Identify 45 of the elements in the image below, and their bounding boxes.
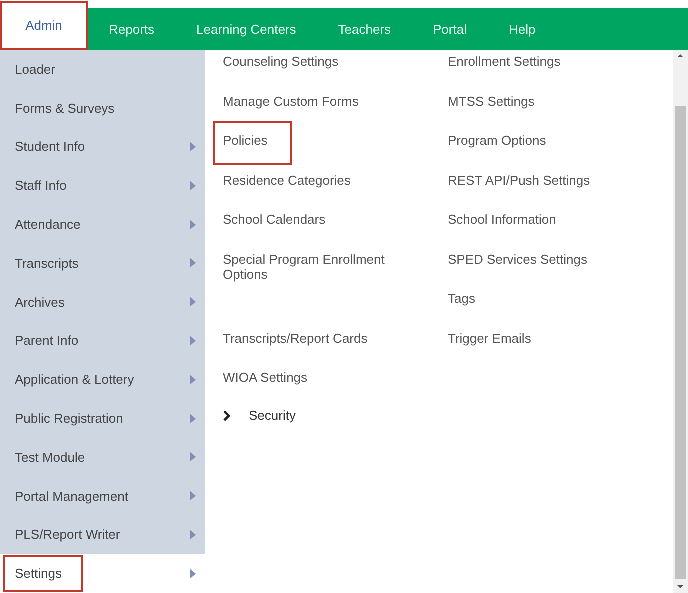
settings-link[interactable]: Program Options	[448, 129, 546, 168]
submenu-arrow-icon	[190, 452, 196, 462]
menu-item[interactable]: Forms & Surveys	[0, 88, 205, 128]
settings-link[interactable]: Residence Categories	[223, 168, 351, 208]
submenu-arrow-icon	[190, 414, 196, 424]
settings-link[interactable]: WIOA Settings	[223, 366, 308, 406]
settings-group-link[interactable]: Security	[249, 408, 296, 423]
menu-item[interactable]: Student Info	[0, 128, 205, 166]
submenu-arrow-icon	[190, 180, 196, 191]
submenu-arrow-icon	[190, 491, 196, 502]
menu-item[interactable]: Staff Info	[0, 166, 205, 206]
submenu-arrow-icon	[190, 336, 196, 346]
settings-link[interactable]: REST API/Push Settings	[448, 168, 590, 208]
settings-link[interactable]: School Calendars	[223, 208, 326, 248]
settings-link[interactable]: Tags	[448, 287, 476, 326]
settings-link[interactable]: Transcripts/Report Cards	[223, 326, 368, 366]
menu-item[interactable]: Portal Management	[0, 476, 205, 516]
submenu-arrow-icon	[190, 374, 196, 385]
submenu-arrow-icon	[190, 568, 196, 579]
submenu-arrow-icon	[190, 297, 196, 308]
settings-link[interactable]: MTSS Settings	[448, 90, 535, 129]
menu-item[interactable]: Settings	[0, 554, 205, 593]
submenu-arrow-icon	[190, 258, 196, 268]
settings-link[interactable]: Trigger Emails	[448, 326, 532, 366]
menu-item[interactable]: Application & Lottery	[0, 360, 205, 400]
menu-item[interactable]: PLS/Report Writer	[0, 516, 205, 554]
menu-item[interactable]: Test Module	[0, 438, 205, 477]
nav-tab[interactable]: Admin	[0, 1, 88, 50]
chevron-right-icon	[223, 410, 231, 422]
settings-link[interactable]: Counseling Settings	[223, 50, 339, 90]
menu-item[interactable]: Transcripts	[0, 244, 205, 283]
settings-link[interactable]: Enrollment Settings	[448, 50, 561, 90]
menu-item[interactable]: Public Registration	[0, 399, 205, 438]
scrollbar[interactable]	[673, 50, 688, 593]
menu-item[interactable]: Parent Info	[0, 322, 205, 360]
settings-link[interactable]: School Information	[448, 208, 556, 248]
submenu-arrow-icon	[190, 142, 196, 152]
submenu-arrow-icon	[190, 530, 196, 540]
menu-item[interactable]: Attendance	[0, 205, 205, 244]
settings-link[interactable]: Special Program Enrollment Options	[223, 248, 393, 326]
menu-item[interactable]: Loader	[0, 50, 205, 89]
submenu-arrow-icon	[190, 220, 196, 230]
scrollbar-thumb[interactable]	[675, 106, 686, 579]
menu-item[interactable]: Archives	[0, 282, 205, 322]
settings-link[interactable]: SPED Services Settings	[448, 248, 588, 287]
